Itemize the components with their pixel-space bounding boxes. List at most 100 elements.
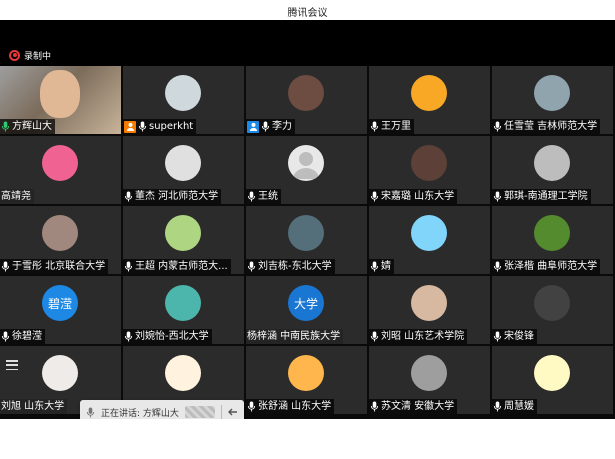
mic-icon <box>138 121 147 132</box>
mic-icon <box>370 121 379 132</box>
title-bar: 腾讯会议 <box>0 0 615 20</box>
participant-tile[interactable]: 高靖尧 <box>0 136 121 204</box>
more-menu-icon[interactable] <box>4 358 20 372</box>
mic-icon <box>370 331 379 342</box>
participant-name: 于雪彤 北京联合大学 <box>12 261 106 272</box>
avatar <box>534 355 570 391</box>
avatar <box>288 355 324 391</box>
avatar <box>411 145 447 181</box>
participant-name-bar: 王万里 <box>369 119 414 134</box>
avatar <box>288 145 324 181</box>
avatar <box>534 215 570 251</box>
avatar <box>165 285 201 321</box>
participant-name-bar: superkht <box>123 119 197 134</box>
mic-icon <box>1 261 10 272</box>
participant-tile[interactable]: 周慧媛 <box>492 346 613 414</box>
mic-icon <box>493 261 502 272</box>
participant-name: 高靖尧 <box>1 191 31 202</box>
participant-tile[interactable]: 李力 <box>246 66 367 134</box>
participant-tile[interactable]: 王万里 <box>369 66 490 134</box>
avatar <box>411 215 447 251</box>
participant-tile[interactable]: 张泽楷 曲阜师范大学 <box>492 206 613 274</box>
avatar: 大学 <box>288 285 324 321</box>
participant-tile[interactable]: 苏文清 安徽大学 <box>369 346 490 414</box>
back-arrow-icon[interactable] <box>227 407 238 417</box>
mic-icon <box>1 121 10 132</box>
participant-tile[interactable]: 刘昭 山东艺术学院 <box>369 276 490 344</box>
participant-tile[interactable]: 王统 <box>246 136 367 204</box>
record-icon <box>9 49 20 61</box>
participant-tile[interactable]: superkht <box>123 66 244 134</box>
participant-name: 婧 <box>381 261 391 272</box>
mic-icon <box>124 261 133 272</box>
participant-tile[interactable]: 王超 内蒙古师范大... <box>123 206 244 274</box>
participant-tile[interactable]: 郭琪-南通理工学院 <box>492 136 613 204</box>
participant-name-bar: 王超 内蒙古师范大... <box>123 259 231 274</box>
participant-tile[interactable]: 于雪彤 北京联合大学 <box>0 206 121 274</box>
participant-name: 宋嘉璐 山东大学 <box>381 191 455 202</box>
mic-icon <box>247 191 256 202</box>
speaker-mic-icon <box>86 407 95 417</box>
participant-tile[interactable]: 婧 <box>369 206 490 274</box>
participant-name: 刘吉栋-东北大学 <box>258 261 332 272</box>
avatar <box>165 355 201 391</box>
mic-icon <box>247 401 256 412</box>
participant-name-bar: 周慧媛 <box>492 399 537 414</box>
participant-name: 董杰 河北师范大学 <box>135 191 219 202</box>
participant-name-bar: 于雪彤 北京联合大学 <box>0 259 109 274</box>
participant-name-bar: 张泽楷 曲阜师范大学 <box>492 259 601 274</box>
participant-name: 徐碧滢 <box>12 331 42 342</box>
participant-name: 周慧媛 <box>504 401 534 412</box>
participant-tile[interactable]: 宋俊锋 <box>492 276 613 344</box>
avatar <box>411 75 447 111</box>
participant-name-bar: 刘吉栋-东北大学 <box>246 259 335 274</box>
speaking-text: 正在讲话: 方辉山大 <box>101 408 179 419</box>
bottom-area <box>0 419 615 459</box>
window-title: 腾讯会议 <box>287 8 328 19</box>
recording-indicator[interactable]: 录制中 <box>9 48 51 62</box>
top-toolbar: 录制中 <box>0 20 615 66</box>
participant-name: 刘昭 山东艺术学院 <box>381 331 465 342</box>
avatar <box>42 355 78 391</box>
participant-name: 郭琪-南通理工学院 <box>504 191 588 202</box>
video-feed <box>40 70 80 118</box>
avatar <box>534 145 570 181</box>
mic-icon <box>1 331 10 342</box>
participant-name-bar: 张舒涵 山东大学 <box>246 399 335 414</box>
participant-name: 宋俊锋 <box>504 331 534 342</box>
participant-tile[interactable]: 大学 杨梓涵 中南民族大学 <box>246 276 367 344</box>
avatar <box>42 215 78 251</box>
mic-icon <box>493 121 502 132</box>
participant-tile[interactable]: 碧滢 徐碧滢 <box>0 276 121 344</box>
mic-icon <box>261 121 270 132</box>
avatar <box>42 145 78 181</box>
participant-name-bar: 刘昭 山东艺术学院 <box>369 329 468 344</box>
mic-icon <box>124 331 133 342</box>
participant-name: 王统 <box>258 191 278 202</box>
participant-name-bar: 任雪莹 吉林师范大学 <box>492 119 601 134</box>
participant-tile[interactable]: 刘婉怡-西北大学 <box>123 276 244 344</box>
participant-tile[interactable]: 张舒涵 山东大学 <box>246 346 367 414</box>
mic-icon <box>370 261 379 272</box>
participant-name-bar: 宋嘉璐 山东大学 <box>369 189 458 204</box>
mic-icon <box>370 401 379 412</box>
avatar-text: 大学 <box>293 296 318 311</box>
mic-icon <box>493 401 502 412</box>
participant-tile[interactable]: 董杰 河北师范大学 <box>123 136 244 204</box>
participant-name: 刘旭 山东大学 <box>1 401 65 412</box>
avatar <box>165 145 201 181</box>
participant-tile[interactable]: 任雪莹 吉林师范大学 <box>492 66 613 134</box>
participant-name-bar: 宋俊锋 <box>492 329 537 344</box>
participant-tile[interactable]: 刘吉栋-东北大学 <box>246 206 367 274</box>
participant-name-bar: 刘婉怡-西北大学 <box>123 329 212 344</box>
participant-name-bar: 婧 <box>369 259 394 274</box>
avatar <box>411 285 447 321</box>
cohost-icon <box>247 120 259 133</box>
mic-icon <box>247 261 256 272</box>
participant-tile[interactable]: 宋嘉璐 山东大学 <box>369 136 490 204</box>
participant-name: 任雪莹 吉林师范大学 <box>504 121 598 132</box>
participant-name-bar: 刘旭 山东大学 <box>0 399 68 414</box>
participant-name-bar: 徐碧滢 <box>0 329 45 344</box>
participant-name-bar: 方辉山大 <box>0 119 55 134</box>
participant-tile[interactable]: 方辉山大 <box>0 66 121 134</box>
